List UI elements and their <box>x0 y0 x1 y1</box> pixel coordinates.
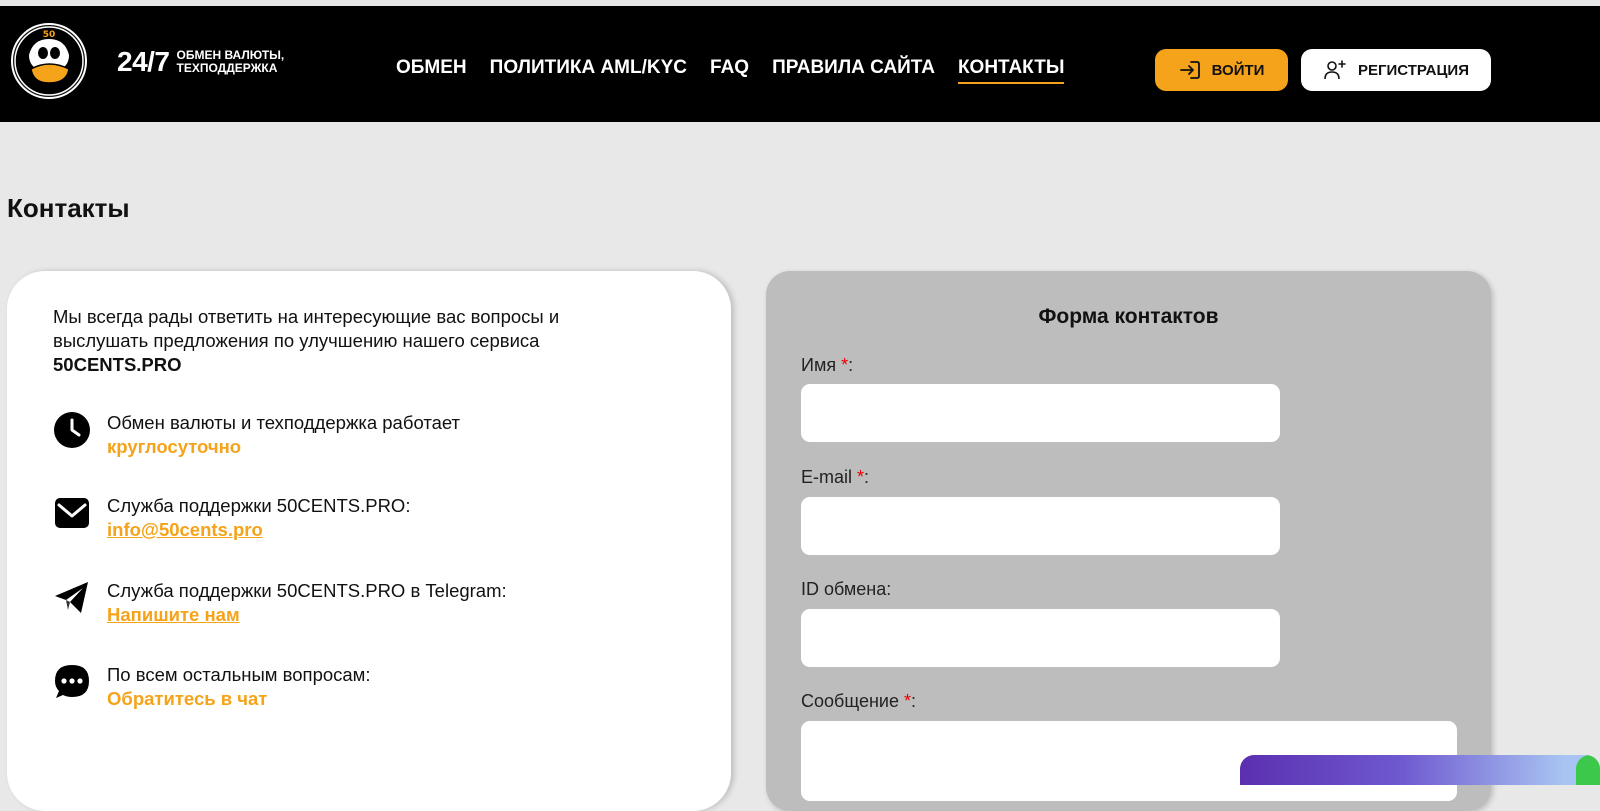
chat-bubble-icon <box>53 663 91 701</box>
support-email-link[interactable]: info@50cents.pro <box>107 519 263 540</box>
nav-exchange[interactable]: ОБМЕН <box>396 57 467 84</box>
chat-online-indicator <box>1576 755 1600 785</box>
info-hours-accent: круглосуточно <box>107 436 242 457</box>
required-mark: * <box>903 691 911 711</box>
intro-brand: 50CENTS.PRO <box>53 354 182 375</box>
contact-info-card: Мы всегда рады ответить на интересующие … <box>7 271 731 811</box>
label-colon: : <box>911 691 917 711</box>
nav-contacts[interactable]: КОНТАКТЫ <box>957 57 1065 84</box>
telegram-link[interactable]: Напишите нам <box>107 604 240 625</box>
nav-faq[interactable]: FAQ <box>710 57 749 84</box>
name-label: Имя *: <box>801 355 853 376</box>
register-label: РЕГИСТРАЦИЯ <box>1358 61 1469 79</box>
login-button[interactable]: ВОЙТИ <box>1155 49 1288 91</box>
page-title: Контакты <box>7 193 130 223</box>
intro-text: Мы всегда рады ответить на интересующие … <box>53 305 633 377</box>
info-item-chat: По всем остальным вопросам: Обратитесь в… <box>53 663 371 711</box>
telegram-icon <box>53 579 91 617</box>
message-label-text: Сообщение <box>801 691 899 711</box>
open-chat-link[interactable]: Обратитесь в чат <box>107 687 371 711</box>
tagline-caption: ОБМЕН ВАЛЮТЫ, ТЕХПОДДЕРЖКА <box>177 49 285 75</box>
info-item-telegram: Служба поддержки 50CENTS.PRO в Telegram:… <box>53 579 507 627</box>
login-label: ВОЙТИ <box>1211 61 1265 79</box>
add-user-icon <box>1324 60 1346 80</box>
nav-aml-kyc-policy[interactable]: ПОЛИТИКА AML/KYC <box>490 57 687 84</box>
svg-text:50: 50 <box>43 30 56 40</box>
exchange-id-label: ID обмена: <box>801 579 891 600</box>
exchange-id-label-text: ID обмена <box>801 579 887 599</box>
info-email-text: Служба поддержки 50CENTS.PRO: <box>107 495 411 516</box>
label-colon: : <box>886 579 892 599</box>
envelope-icon <box>53 494 91 532</box>
form-title: Форма контактов <box>1038 305 1219 328</box>
tagline-line1: ОБМЕН ВАЛЮТЫ, <box>176 48 285 62</box>
message-label: Сообщение *: <box>801 691 916 712</box>
tagline: 24/7 ОБМЕН ВАЛЮТЫ, ТЕХПОДДЕРЖКА <box>117 46 284 78</box>
exchange-id-input[interactable] <box>801 609 1280 667</box>
label-colon: : <box>864 467 870 487</box>
main-nav: ОБМЕН ПОЛИТИКА AML/KYC FAQ ПРАВИЛА САЙТА… <box>396 57 1087 84</box>
nav-site-rules[interactable]: ПРАВИЛА САЙТА <box>772 57 935 84</box>
duck-logo-icon: 50 <box>14 26 84 96</box>
tagline-line2: ТЕХПОДДЕРЖКА <box>176 61 278 75</box>
register-button[interactable]: РЕГИСТРАЦИЯ <box>1301 49 1491 91</box>
logo[interactable]: 50 <box>11 23 87 99</box>
email-label-text: E-mail <box>801 467 853 487</box>
info-item-email: Служба поддержки 50CENTS.PRO: info@50cen… <box>53 494 410 542</box>
site-header: 50 24/7 ОБМЕН ВАЛЮТЫ, ТЕХПОДДЕРЖКА ОБМЕН… <box>0 6 1600 122</box>
tagline-24-7: 24/7 <box>117 46 170 77</box>
info-hours-text: Обмен валюты и техподдержка работает <box>107 412 461 433</box>
chat-widget-button[interactable] <box>1240 755 1600 785</box>
email-label: E-mail *: <box>801 467 869 488</box>
info-item-hours: Обмен валюты и техподдержка работает кру… <box>53 411 460 459</box>
intro-body: Мы всегда рады ответить на интересующие … <box>53 306 560 351</box>
name-label-text: Имя <box>801 355 837 375</box>
clock-icon <box>53 411 91 449</box>
login-icon <box>1179 61 1200 79</box>
info-telegram-text: Служба поддержки 50CENTS.PRO в Telegram: <box>107 580 507 601</box>
email-input[interactable] <box>801 497 1280 555</box>
name-input[interactable] <box>801 384 1280 442</box>
label-colon: : <box>848 355 854 375</box>
required-mark: * <box>857 467 865 487</box>
contact-form: Форма контактов Имя *: E-mail *: ID обме… <box>766 271 1491 811</box>
info-chat-text: По всем остальным вопросам: <box>107 664 371 685</box>
